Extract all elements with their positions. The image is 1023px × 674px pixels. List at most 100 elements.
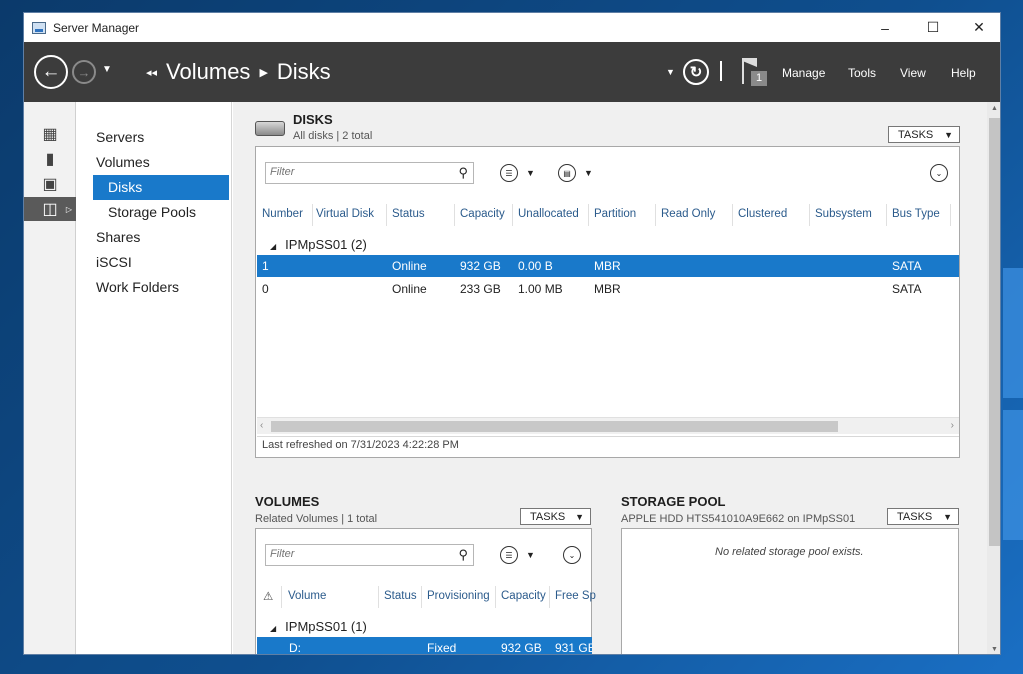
sidebar-item-iscsi[interactable]: iSCSI <box>77 250 231 275</box>
refresh-button[interactable]: ↻ <box>683 59 709 85</box>
volumes-filter-input[interactable] <box>270 548 420 560</box>
cell-capacity: 932 GB <box>460 259 501 273</box>
disks-group-header[interactable]: ◢ IPMpSS01 (2) <box>270 237 367 252</box>
disks-tasks-button[interactable]: TASKS ▼ <box>888 126 960 143</box>
sidebar-item-volumes[interactable]: Volumes <box>77 150 231 175</box>
dashboard-icon[interactable]: ▦ <box>24 122 76 146</box>
volumes-panel: ⚲ ☰ ▼ ⌄ ⚠ Volume Status Provisioning Cap… <box>255 528 596 655</box>
notifications-button[interactable]: 1 <box>739 56 769 88</box>
sidebar-item-disks[interactable]: Disks <box>93 175 229 200</box>
chevron-down-icon[interactable]: ▼ <box>526 168 535 178</box>
column-header-capacity[interactable]: Capacity <box>460 208 505 220</box>
column-header-subsystem[interactable]: Subsystem <box>815 208 872 220</box>
desktop-tile <box>1003 268 1023 398</box>
table-row[interactable]: D: Fixed 932 GB 931 GB <box>257 637 592 655</box>
sidebar-item-servers[interactable]: Servers <box>77 125 231 150</box>
volumes-group-header[interactable]: ◢ IPMpSS01 (1) <box>270 619 367 634</box>
table-row[interactable]: 0 Online 233 GB 1.00 MB MBR SATA <box>257 278 959 300</box>
scroll-down-icon[interactable]: ▼ <box>987 646 1000 653</box>
column-header-number[interactable]: Number <box>262 208 303 220</box>
sidebar-item-work-folders[interactable]: Work Folders <box>77 275 231 300</box>
server-manager-app-icon <box>32 21 46 34</box>
volumes-group-label: IPMpSS01 (1) <box>285 619 367 634</box>
column-divider <box>886 204 887 226</box>
column-header-read-only[interactable]: Read Only <box>661 208 715 220</box>
breadcrumb-item-volumes[interactable]: Volumes <box>166 59 250 85</box>
column-divider <box>950 204 951 226</box>
scroll-left-icon[interactable]: ‹ <box>260 420 263 431</box>
minimize-button[interactable]: – <box>862 13 908 42</box>
list-view-icon[interactable]: ☰ <box>500 546 518 564</box>
maximize-button[interactable]: ☐ <box>910 13 956 42</box>
disks-filter-input[interactable] <box>270 166 420 178</box>
scroll-right-icon[interactable]: › <box>951 420 954 431</box>
refresh-dropdown-icon[interactable]: ▼ <box>666 67 675 77</box>
expand-collapse-icon[interactable]: ⌄ <box>930 164 948 182</box>
column-header-partition[interactable]: Partition <box>594 208 636 220</box>
back-button[interactable]: ← <box>34 55 68 89</box>
disks-group-label: IPMpSS01 (2) <box>285 237 367 252</box>
volumes-tasks-button[interactable]: TASKS ▼ <box>520 508 591 525</box>
local-server-icon[interactable]: ▮ <box>24 147 76 171</box>
column-header-virtual-disk[interactable]: Virtual Disk <box>316 208 374 220</box>
menu-tools[interactable]: Tools <box>848 66 876 80</box>
scrollbar-thumb[interactable] <box>989 118 1000 546</box>
cell-unallocated: 0.00 B <box>518 259 553 273</box>
forward-button[interactable]: → <box>72 60 96 84</box>
cell-unallocated: 1.00 MB <box>518 282 563 296</box>
sidebar-item-shares[interactable]: Shares <box>77 225 231 250</box>
close-button[interactable]: ✕ <box>956 13 1000 42</box>
collapse-triangle-icon[interactable]: ◢ <box>270 624 276 633</box>
chevron-down-icon[interactable]: ▼ <box>584 168 593 178</box>
window-title: Server Manager <box>53 20 140 35</box>
list-view-icon[interactable]: ☰ <box>500 164 518 182</box>
column-header-volume[interactable]: Volume <box>288 590 326 602</box>
column-header-free-space[interactable]: Free Sp <box>555 590 596 602</box>
desktop-background-tiles <box>1001 250 1023 650</box>
chevron-down-icon[interactable]: ▼ <box>526 550 535 560</box>
collapse-triangle-icon[interactable]: ◢ <box>270 242 276 251</box>
breadcrumb-item-disks[interactable]: Disks <box>277 59 331 85</box>
column-header-status[interactable]: Status <box>384 590 417 602</box>
sidebar-nav: Servers Volumes Disks Storage Pools Shar… <box>77 102 232 654</box>
all-servers-icon[interactable]: ▣ <box>24 172 76 196</box>
column-header-capacity[interactable]: Capacity <box>501 590 546 602</box>
cell-free-space: 931 GB <box>555 641 592 655</box>
scrollbar-thumb[interactable] <box>271 421 838 432</box>
expand-arrow-icon: ▷ <box>65 204 72 214</box>
menu-help[interactable]: Help <box>951 66 976 80</box>
column-divider <box>495 586 496 608</box>
disks-filter-box: ⚲ <box>265 162 474 184</box>
cell-bus-type: SATA <box>892 259 922 273</box>
search-icon[interactable]: ⚲ <box>458 547 468 563</box>
storage-pool-tasks-button[interactable]: TASKS ▼ <box>887 508 959 525</box>
scroll-up-icon[interactable]: ▲ <box>987 105 1000 112</box>
cell-status: Online <box>392 282 427 296</box>
expand-collapse-icon[interactable]: ⌄ <box>563 546 581 564</box>
table-row[interactable]: 1 Online 932 GB 0.00 B MBR SATA <box>257 255 959 277</box>
menu-manage[interactable]: Manage <box>782 66 825 80</box>
column-header-unallocated[interactable]: Unallocated <box>518 208 579 220</box>
column-header-clustered[interactable]: Clustered <box>738 208 787 220</box>
column-header-provisioning[interactable]: Provisioning <box>427 590 490 602</box>
disks-horizontal-scrollbar[interactable]: ‹ › <box>257 417 959 434</box>
search-icon[interactable]: ⚲ <box>458 165 468 181</box>
command-bar: ← → ▼ ◂◂ Volumes ▶ Disks ▼ ↻ 1 Manage To… <box>24 42 1000 102</box>
cell-partition: MBR <box>594 282 621 296</box>
toolbar-divider <box>720 61 722 81</box>
title-bar: Server Manager – ☐ ✕ <box>24 13 1000 42</box>
save-query-icon[interactable]: ▤ <box>558 164 576 182</box>
column-divider <box>312 204 313 226</box>
breadcrumb-overflow-icon[interactable]: ◂◂ <box>146 66 157 79</box>
column-header-bus-type[interactable]: Bus Type <box>892 208 940 220</box>
sidebar-item-storage-pools[interactable]: Storage Pools <box>77 200 231 225</box>
column-divider <box>549 586 550 608</box>
main-vertical-scrollbar[interactable]: ▲ ▼ <box>987 102 1000 654</box>
history-dropdown-icon[interactable]: ▼ <box>102 64 112 75</box>
volumes-section-subtitle: Related Volumes | 1 total <box>255 513 378 525</box>
flag-icon <box>742 58 744 84</box>
file-storage-icon[interactable]: ◫ ▷ <box>24 197 76 221</box>
menu-view[interactable]: View <box>900 66 926 80</box>
column-header-status[interactable]: Status <box>392 208 425 220</box>
cell-number: 1 <box>262 259 269 273</box>
